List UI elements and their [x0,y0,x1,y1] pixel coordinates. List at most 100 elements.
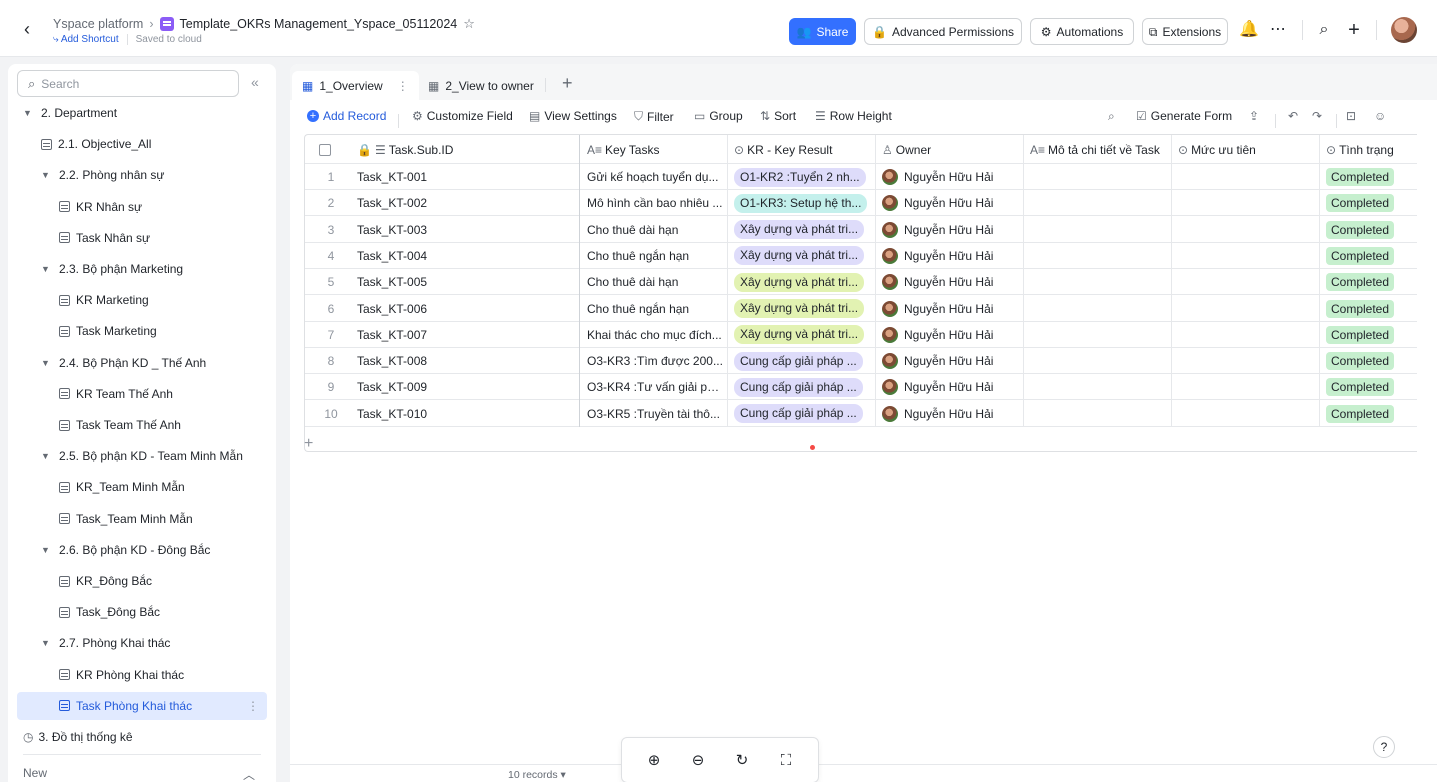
zoom-out-icon[interactable]: ⊖ [688,751,708,771]
column-header-priority[interactable]: ⊙ Mức ưu tiên [1172,135,1318,164]
description-cell[interactable] [1024,322,1170,348]
table-row[interactable]: 2 Task_KT-002 Mô hình cần bao nhiêu ... O1-… [305,190,1417,217]
comment-icon[interactable]: ☺ [1374,109,1386,123]
priority-cell[interactable] [1172,348,1318,374]
table-row[interactable]: 10 Task_KT-010 O3-KR5 :Truyền tài thô... Cu… [305,401,1417,427]
key-task-cell[interactable]: Cho thuê ngắn hạn [581,243,727,269]
owner-cell[interactable]: Nguyễn Hữu Hải [876,322,1022,348]
view-settings-button[interactable]: ▤ View Settings [529,109,617,123]
doc-title[interactable]: Template_OKRs Management_Yspace_05112024 [180,17,458,31]
sidebar-item[interactable]: KR Nhân sự [17,193,267,221]
key-task-cell[interactable]: Cho thuê dài hạn [581,269,727,295]
chevron-down-icon[interactable]: ▼ [41,264,51,274]
customize-field-button[interactable]: ⚙ Customize Field [412,109,513,123]
key-task-cell[interactable]: Cho thuê dài hạn [581,217,727,243]
table-row[interactable]: 8 Task_KT-008 O3-KR3 :Tìm được 200... Cung … [305,348,1417,375]
description-cell[interactable] [1024,296,1170,322]
share-button[interactable]: 👥 Share [789,18,856,45]
help-icon[interactable]: ? [1373,736,1395,758]
column-header-description[interactable]: A≡ Mô tả chi tiết về Task [1024,135,1170,164]
column-header-task-id[interactable]: 🔒 ☰ Task.Sub.ID [351,135,579,164]
add-row-icon[interactable]: + [304,435,313,453]
key-task-cell[interactable]: O3-KR5 :Truyền tài thô... [581,401,727,427]
key-task-cell[interactable]: Gửi kế hoạch tuyển dụ... [581,164,727,190]
priority-cell[interactable] [1172,243,1318,269]
status-cell[interactable]: Completed [1320,164,1417,190]
description-cell[interactable] [1024,401,1170,427]
filter-button[interactable]: ⛉ Filter [634,109,674,124]
chevron-down-icon[interactable]: ▼ [41,638,51,648]
column-header-status[interactable]: ⊙ Tình trạng [1320,135,1417,164]
key-task-cell[interactable]: O3-KR3 :Tìm được 200... [581,348,727,374]
key-result-cell[interactable]: O1-KR2 :Tuyển 2 nh... [728,164,874,190]
description-cell[interactable] [1024,348,1170,374]
table-row[interactable]: 4 Task_KT-004 Cho thuê ngắn hạn Xây dựng và… [305,243,1417,269]
sidebar-item[interactable]: ▼ 2.3. Bộ phận Marketing [17,255,267,283]
add-record-button[interactable]: + Add Record [307,109,386,123]
status-cell[interactable]: Completed [1320,296,1417,322]
bell-icon[interactable]: 🔔 [1239,21,1259,39]
key-result-cell[interactable]: Xây dựng và phát tri... [728,322,874,348]
key-result-cell[interactable]: Xây dựng và phát tri... [728,243,874,269]
find-icon[interactable]: ⊡ [1346,109,1356,123]
sort-button[interactable]: ⇅ Sort [760,109,796,123]
redo-icon[interactable]: ↷ [1312,109,1322,123]
user-avatar[interactable] [1391,17,1417,43]
status-cell[interactable]: Completed [1320,348,1417,374]
sidebar-item[interactable]: Task_Team Minh Mẫn [17,505,267,533]
chevron-up-icon[interactable]: ︿ [243,766,255,782]
key-result-cell[interactable]: Cung cấp giải pháp ... [728,374,874,400]
rotate-icon[interactable]: ↻ [732,751,752,771]
task-id-cell[interactable]: Task_KT-008 [351,348,579,374]
sidebar-item[interactable]: ▼ 2.4. Bộ Phận KD _ Thế Anh [17,349,267,377]
star-icon[interactable]: ☆ [463,16,475,32]
status-cell[interactable]: Completed [1320,401,1417,427]
priority-cell[interactable] [1172,374,1318,400]
sidebar-item[interactable]: KR Marketing [17,286,267,314]
sidebar-item[interactable]: Task_Đông Bắc [17,598,267,626]
sidebar-item[interactable]: Task Marketing [17,317,267,345]
description-cell[interactable] [1024,243,1170,269]
sidebar-item[interactable]: KR Team Thế Anh [17,380,267,408]
share-view-icon[interactable]: ⇪ [1249,109,1259,123]
priority-cell[interactable] [1172,217,1318,243]
sidebar-item[interactable]: KR Phòng Khai thác [17,661,267,689]
description-cell[interactable] [1024,217,1170,243]
more-icon[interactable]: ⋯ [1269,21,1287,39]
undo-icon[interactable]: ↶ [1288,109,1298,123]
sidebar-item[interactable]: Task Nhân sự [17,224,267,252]
status-cell[interactable]: Completed [1320,243,1417,269]
breadcrumb-workspace[interactable]: Yspace platform [53,17,143,31]
add-view-icon[interactable]: + [562,73,573,94]
key-result-cell[interactable]: Xây dựng và phát tri... [728,296,874,322]
sidebar-item[interactable]: ▼ 2.6. Bộ phận KD - Đông Bắc [17,536,267,564]
sidebar-item[interactable]: 2.1. Objective_All [17,130,267,158]
add-shortcut-link[interactable]: ⤷ Add Shortcut [53,34,119,45]
status-cell[interactable]: Completed [1320,322,1417,348]
sidebar-item[interactable]: ◷ 3. Đồ thị thống kê [17,723,267,751]
sidebar-item[interactable]: ▼ 2. Department [17,99,267,127]
generate-form-button[interactable]: ☑ Generate Form [1136,109,1232,123]
sidebar-item[interactable]: ▼ 2.7. Phòng Khai thác [17,629,267,657]
automations-button[interactable]: ⚙ Automations [1030,18,1134,45]
description-cell[interactable] [1024,190,1170,216]
chevron-down-icon[interactable]: ▼ [41,545,51,555]
key-result-cell[interactable]: Cung cấp giải pháp ... [728,401,874,427]
sidebar-item[interactable]: Task Phòng Khai thác ⋮ [17,691,267,720]
back-arrow-icon[interactable]: ‹ [24,20,42,38]
description-cell[interactable] [1024,164,1170,190]
priority-cell[interactable] [1172,296,1318,322]
table-row[interactable]: 5 Task_KT-005 Cho thuê dài hạn Xây dựng và … [305,269,1417,296]
column-header-owner[interactable]: ♙ Owner [876,135,1022,164]
extensions-button[interactable]: ⧉ Extensions [1142,18,1228,45]
key-task-cell[interactable]: Cho thuê ngắn hạn [581,296,727,322]
key-result-cell[interactable]: Xây dựng và phát tri... [728,217,874,243]
key-task-cell[interactable]: Khai thác cho mục đích... [581,322,727,348]
task-id-cell[interactable]: Task_KT-010 [351,401,579,427]
status-cell[interactable]: Completed [1320,269,1417,295]
table-row[interactable]: 6 Task_KT-006 Cho thuê ngắn hạn Xây dựng và… [305,296,1417,322]
tab-view-to-owner[interactable]: ▦ 2_View to owner [418,71,544,100]
sidebar-item[interactable]: KR_Team Minh Mẫn [17,473,267,501]
key-result-cell[interactable]: Cung cấp giải pháp ... [728,348,874,374]
more-vertical-icon[interactable]: ⋮ [397,79,409,93]
